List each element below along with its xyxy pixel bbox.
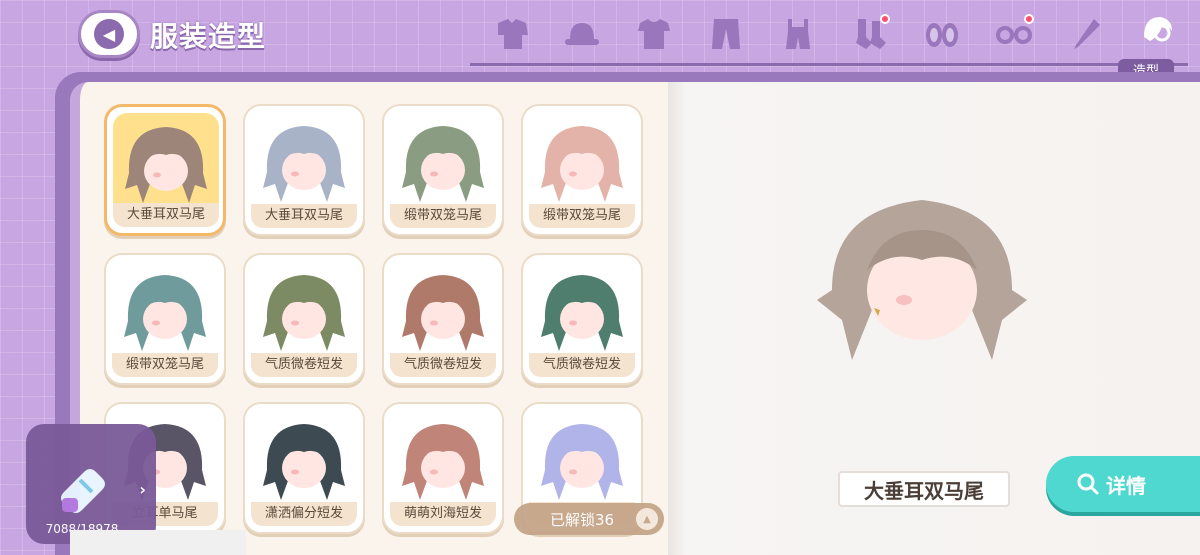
collapse-up-icon[interactable]: ▲ <box>636 508 658 530</box>
hairstyle-label: 缎带双笼马尾 <box>112 353 218 377</box>
hairstyle-thumbnail <box>251 410 357 506</box>
hairstyle-thumbnail <box>251 112 357 208</box>
details-button[interactable]: 详情 <box>1046 456 1200 512</box>
overalls-icon[interactable] <box>776 12 820 56</box>
hairstyle-name-tag: 大垂耳双马尾 <box>838 471 1010 507</box>
glasses-badge <box>1024 14 1034 24</box>
hairstyle-thumbnail <box>390 261 496 357</box>
hairstyle-card[interactable]: 萌萌刘海短发 <box>382 402 504 534</box>
hairstyle-icon[interactable] <box>1136 8 1180 52</box>
hairstyle-label: 缎带双笼马尾 <box>529 204 635 228</box>
hairstyle-label: 大垂耳双马尾 <box>113 203 219 227</box>
unlocked-count-pill[interactable]: 已解锁36 ▲ <box>514 503 664 535</box>
hairstyle-label: 气质微卷短发 <box>529 353 635 377</box>
shirt-icon[interactable] <box>632 12 676 56</box>
hairstyle-thumbnail <box>390 112 496 208</box>
bottom-strip <box>70 530 246 555</box>
hairstyle-label: 萌萌刘海短发 <box>390 502 496 526</box>
umbrella-icon[interactable] <box>1064 12 1108 56</box>
hairstyle-thumbnail <box>529 112 635 208</box>
hairstyle-thumbnail <box>529 410 635 506</box>
back-arrow-icon: ◀ <box>94 19 124 49</box>
hairstyle-card[interactable]: 缎带双笼马尾 <box>104 253 226 385</box>
category-bar: 造型 <box>470 6 1188 79</box>
hairstyle-label: 潇洒偏分短发 <box>251 502 357 526</box>
hairstyle-label: 缎带双笼马尾 <box>390 204 496 228</box>
search-icon <box>1077 473 1099 495</box>
shoes-icon[interactable] <box>920 12 964 56</box>
hairstyle-label: 气质微卷短发 <box>390 353 496 377</box>
unlocked-count: 已解锁36 <box>550 510 615 529</box>
details-label: 详情 <box>1106 473 1146 498</box>
hairstyle-thumbnail <box>112 261 218 357</box>
back-button[interactable]: ◀ <box>78 10 140 58</box>
socks-badge <box>880 14 890 24</box>
page-title: 服装造型 <box>150 20 267 53</box>
hairstyle-thumbnail <box>113 113 219 209</box>
hairstyle-card[interactable]: 大垂耳双马尾 <box>104 104 226 236</box>
hairstyle-preview <box>817 200 1027 360</box>
hairstyle-label: 气质微卷短发 <box>251 353 357 377</box>
hairstyle-label: 大垂耳双马尾 <box>251 204 357 228</box>
collection-puzzle-icon <box>61 469 105 513</box>
glasses-icon[interactable] <box>992 12 1036 56</box>
socks-icon[interactable] <box>848 12 892 56</box>
collection-progress[interactable]: › 7088/18978 <box>26 424 156 544</box>
hairstyle-thumbnail <box>390 410 496 506</box>
hat-icon[interactable] <box>560 12 604 56</box>
hairstyle-thumbnail <box>251 261 357 357</box>
hairstyle-card[interactable]: 大垂耳双马尾 <box>243 104 365 236</box>
hairstyle-card[interactable]: 缎带双笼马尾 <box>521 104 643 236</box>
hairstyle-card[interactable]: 气质微卷短发 <box>382 253 504 385</box>
outfit-set-icon[interactable] <box>492 12 536 56</box>
hairstyle-card[interactable]: 潇洒偏分短发 <box>243 402 365 534</box>
hairstyle-thumbnail <box>529 261 635 357</box>
hairstyle-card[interactable]: 气质微卷短发 <box>521 253 643 385</box>
pants-icon[interactable] <box>704 12 748 56</box>
hairstyle-card[interactable]: 气质微卷短发 <box>243 253 365 385</box>
collection-chevron-icon: › <box>139 480 146 499</box>
hairstyle-card[interactable]: 缎带双笼马尾 <box>382 104 504 236</box>
